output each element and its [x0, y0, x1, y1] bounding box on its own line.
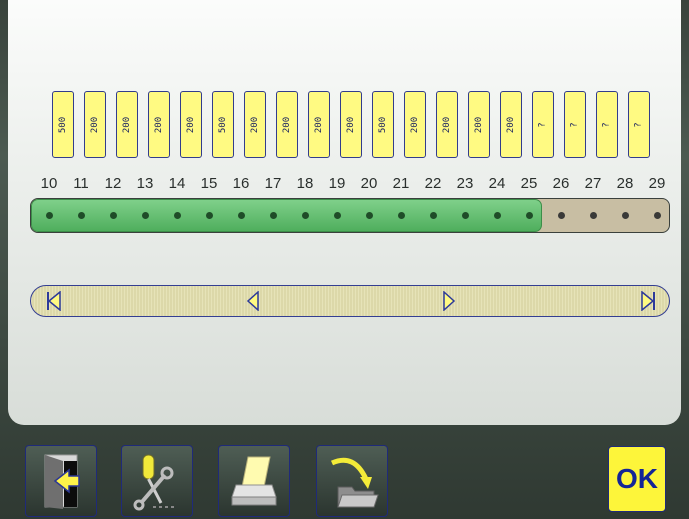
value-tag-label: 200	[473, 116, 484, 133]
value-tag[interactable]: 200	[404, 91, 426, 158]
value-tag-label: ?	[633, 121, 644, 128]
progress-dot	[45, 212, 53, 219]
value-tag-label: 200	[441, 116, 452, 133]
progress-track	[30, 198, 670, 233]
progress-dot	[269, 212, 277, 219]
value-tag-label: 200	[121, 116, 132, 133]
value-tag-label: 500	[377, 116, 388, 133]
index-number: 26	[552, 175, 570, 192]
value-tag-label: 200	[345, 116, 356, 133]
index-number: 19	[328, 175, 346, 192]
import-folder-button[interactable]	[316, 445, 388, 517]
folder-import-icon	[330, 457, 379, 508]
value-tag-label: 200	[505, 116, 516, 133]
index-number: 29	[648, 175, 666, 192]
progress-dot	[205, 212, 213, 219]
range-slider[interactable]	[30, 285, 670, 317]
index-number: 18	[296, 175, 314, 192]
index-number: 13	[136, 175, 154, 192]
index-number: 12	[104, 175, 122, 192]
index-number: 22	[424, 175, 442, 192]
progress-dot	[109, 212, 117, 219]
index-number: 16	[232, 175, 250, 192]
value-tag[interactable]: 200	[84, 91, 106, 158]
value-tag[interactable]: ?	[596, 91, 618, 158]
print-button[interactable]	[218, 445, 290, 517]
value-tag[interactable]: 500	[372, 91, 394, 158]
progress-dot	[237, 212, 245, 219]
value-tag-label: 500	[57, 116, 68, 133]
index-number: 28	[616, 175, 634, 192]
skip-end-icon[interactable]	[640, 291, 656, 311]
value-tag[interactable]: 200	[276, 91, 298, 158]
value-tag-label: 200	[89, 116, 100, 133]
value-tag[interactable]: 500	[52, 91, 74, 158]
index-number: 27	[584, 175, 602, 192]
value-tag[interactable]: 200	[308, 91, 330, 158]
progress-dot	[173, 212, 181, 219]
index-number: 11	[73, 175, 89, 192]
value-tag-label: 500	[217, 116, 228, 133]
skip-start-icon[interactable]	[46, 291, 62, 311]
value-tag[interactable]: 500	[212, 91, 234, 158]
progress-dot	[397, 212, 405, 219]
value-tag-label: ?	[537, 121, 548, 128]
value-tag-label: 200	[185, 116, 196, 133]
ok-button[interactable]: OK	[608, 446, 666, 512]
value-tag-label: 200	[409, 116, 420, 133]
value-tag[interactable]: ?	[532, 91, 554, 158]
value-tag-label: 200	[249, 116, 260, 133]
value-tag[interactable]: ?	[564, 91, 586, 158]
progress-dot	[461, 212, 469, 219]
value-tag-label: ?	[601, 121, 612, 128]
value-tag[interactable]: 200	[180, 91, 202, 158]
value-tag[interactable]: 200	[116, 91, 138, 158]
value-tag-label: 200	[153, 116, 164, 133]
index-number: 23	[456, 175, 474, 192]
index-number: 10	[40, 175, 58, 192]
index-number: 15	[200, 175, 218, 192]
index-number: 14	[168, 175, 186, 192]
range-start-handle-icon[interactable]	[246, 291, 260, 311]
progress-dot	[589, 212, 597, 219]
value-tag-label: 200	[281, 116, 292, 133]
value-tag[interactable]: 200	[340, 91, 362, 158]
value-tag[interactable]: 200	[244, 91, 266, 158]
progress-dot	[621, 212, 629, 219]
index-number: 25	[520, 175, 538, 192]
printer-icon	[231, 456, 277, 506]
index-number: 17	[264, 175, 282, 192]
index-number: 24	[488, 175, 506, 192]
value-tag[interactable]: 200	[500, 91, 522, 158]
exit-door-icon	[44, 454, 80, 509]
progress-dot	[525, 212, 533, 219]
progress-dot	[333, 212, 341, 219]
progress-dot	[141, 212, 149, 219]
progress-dot	[653, 212, 661, 219]
progress-dot	[365, 212, 373, 219]
value-tag[interactable]: 200	[468, 91, 490, 158]
value-tag[interactable]: 200	[148, 91, 170, 158]
range-end-handle-icon[interactable]	[442, 291, 456, 311]
value-tag-label: 200	[313, 116, 324, 133]
progress-dot	[493, 212, 501, 219]
value-tag-label: ?	[569, 121, 580, 128]
exit-button[interactable]	[25, 445, 97, 517]
progress-dot	[557, 212, 565, 219]
settings-tools-button[interactable]	[121, 445, 193, 517]
value-tag[interactable]: ?	[628, 91, 650, 158]
progress-dot	[77, 212, 85, 219]
index-number: 20	[360, 175, 378, 192]
index-number: 21	[392, 175, 410, 192]
progress-dot	[301, 212, 309, 219]
value-tag[interactable]: 200	[436, 91, 458, 158]
tools-icon	[133, 454, 177, 511]
progress-dot	[429, 212, 437, 219]
